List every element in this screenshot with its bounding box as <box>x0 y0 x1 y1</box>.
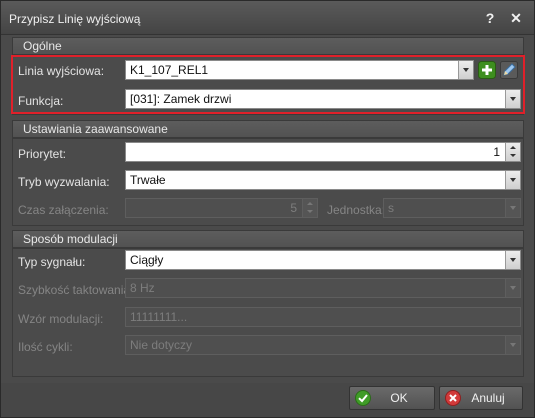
clock-rate-value: 8 Hz <box>130 281 155 295</box>
unit-value: s <box>388 201 394 215</box>
chevron-down-icon <box>505 199 520 217</box>
section-general-header: Ogólne <box>12 37 524 55</box>
trigger-mode-combo[interactable]: Trwałe <box>125 170 521 190</box>
spinner-arrows-icon[interactable] <box>505 143 520 161</box>
help-icon[interactable]: ? <box>481 9 499 27</box>
unit-label: Jednostka: <box>327 203 386 217</box>
signal-type-combo[interactable]: Ciągły <box>125 250 521 270</box>
pattern-value: 11111111... <box>130 310 188 324</box>
cycles-value: Nie dotyczy <box>130 338 193 352</box>
trigger-mode-value: Trwałe <box>130 173 166 187</box>
pattern-label: Wzór modulacji: <box>18 312 104 326</box>
function-value: [031]: Zamek drzwi <box>130 92 232 106</box>
priority-value: 1 <box>493 145 500 159</box>
cancel-label: Anuluj <box>471 391 505 405</box>
ok-label: OK <box>390 391 408 405</box>
clock-rate-combo: 8 Hz <box>125 278 521 298</box>
on-time-spinner: 5 <box>125 198 318 218</box>
on-time-value: 5 <box>290 201 297 215</box>
output-line-label: Linia wyjściowa: <box>18 64 105 78</box>
pattern-field: 11111111... <box>125 307 521 327</box>
section-modulation-header: Sposób modulacji <box>12 230 524 248</box>
priority-label: Priorytet: <box>18 147 67 161</box>
on-time-label: Czas załączenia: <box>18 203 109 217</box>
output-line-combo[interactable]: K1_107_REL1 <box>125 60 474 80</box>
signal-type-label: Typ sygnału: <box>18 255 86 269</box>
output-line-value: K1_107_REL1 <box>130 63 209 77</box>
clock-rate-label: Szybkość taktowania: <box>18 283 134 297</box>
function-combo[interactable]: [031]: Zamek drzwi <box>125 89 521 109</box>
chevron-down-icon[interactable] <box>505 251 520 269</box>
signal-type-value: Ciągły <box>130 253 164 267</box>
cycles-label: Ilość cykli: <box>18 340 73 354</box>
plus-icon[interactable] <box>478 61 496 79</box>
spinner-arrows-icon <box>302 199 317 217</box>
pencil-icon[interactable] <box>500 61 518 79</box>
chevron-down-icon[interactable] <box>458 61 473 79</box>
function-label: Funkcja: <box>18 94 64 108</box>
chevron-down-icon[interactable] <box>505 90 520 108</box>
chevron-down-icon[interactable] <box>505 171 520 189</box>
chevron-down-icon <box>505 279 520 297</box>
title-bar[interactable]: Przypisz Linię wyjściową ? ✕ <box>1 1 534 35</box>
trigger-mode-label: Tryb wyzwalania: <box>18 175 110 189</box>
cancel-button[interactable]: Anuluj <box>439 386 523 410</box>
chevron-down-icon <box>505 336 520 354</box>
ok-button[interactable]: OK <box>349 386 435 410</box>
close-icon[interactable]: ✕ <box>507 9 525 27</box>
assign-output-line-dialog: Przypisz Linię wyjściową ? ✕ Ogólne Lini… <box>0 0 535 418</box>
cycles-combo: Nie dotyczy <box>125 335 521 355</box>
section-advanced-header: Ustawiania zaawansowane <box>12 120 524 138</box>
priority-spinner[interactable]: 1 <box>125 142 521 162</box>
dialog-title: Przypisz Linię wyjściową <box>9 12 141 26</box>
unit-combo: s <box>383 198 521 218</box>
